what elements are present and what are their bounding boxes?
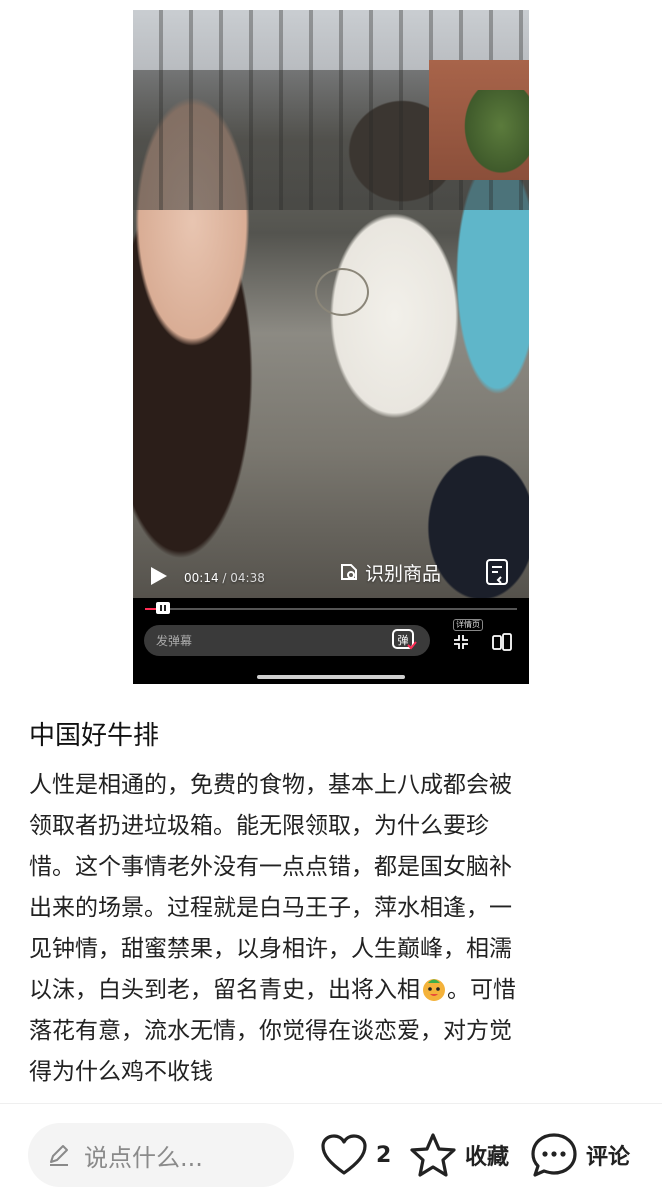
play-button[interactable] xyxy=(147,565,169,587)
post-title: 中国好牛排 xyxy=(29,721,160,751)
post-body-line: 出来的场景。过程就是白马王子，萍水相逢，一 xyxy=(29,895,512,921)
video-progress-bar[interactable] xyxy=(145,602,517,614)
play-icon xyxy=(151,567,167,585)
document-icon xyxy=(486,559,508,585)
comment-label: 评论 xyxy=(586,1145,631,1170)
home-indicator xyxy=(257,675,405,679)
pencil-icon xyxy=(50,1145,68,1166)
danmu-icon: 弹 xyxy=(392,629,417,650)
divider xyxy=(0,1103,662,1104)
screen-rotate-icon xyxy=(492,633,512,651)
post-body-line: 惜。这个事情老外没有一点点错，都是国女脑补 xyxy=(29,854,512,880)
shirt-logo xyxy=(315,268,369,316)
total-time: / 04:38 xyxy=(222,571,265,585)
danmu-input[interactable]: 发弹幕 xyxy=(144,625,430,656)
comment-input[interactable]: 说点什么... xyxy=(28,1123,294,1187)
current-time: 00:14 xyxy=(184,571,219,585)
post-body: 人性是相通的，免费的食物，基本上八成都会被 领取者扔进垃圾箱。能无限领取，为什么… xyxy=(29,765,629,1093)
heart-icon xyxy=(321,1134,367,1175)
post-body-line-text: 以沫，白头到老，留名青史，出将入相 xyxy=(29,977,420,1003)
comment-button[interactable]: 评论 xyxy=(530,1131,630,1179)
comment-placeholder: 说点什么... xyxy=(84,1143,203,1172)
collapse-icon xyxy=(454,635,468,649)
video-background-trees xyxy=(459,90,529,180)
screen-mode-button[interactable] xyxy=(491,631,513,653)
post-body-line: 见钟情，甜蜜禁果，以身相许，人生巅峰，相濡 xyxy=(29,936,512,962)
video-frame[interactable] xyxy=(133,10,529,598)
notes-button[interactable] xyxy=(485,558,511,586)
detail-page-label: 详情页 xyxy=(453,619,483,631)
post-body-line: 领取者扔进垃圾箱。能无限领取，为什么要珍 xyxy=(29,813,489,839)
emoji-icon xyxy=(423,979,445,1001)
post-body-line: 人性是相通的，免费的食物，基本上八成都会被 xyxy=(29,772,512,798)
like-button[interactable]: 2 xyxy=(320,1131,391,1179)
identify-product-label: 识别商品 xyxy=(365,562,442,585)
like-count: 2 xyxy=(376,1142,392,1168)
fullscreen-button[interactable] xyxy=(451,632,471,652)
post-body-line-suffix: 。可惜 xyxy=(447,977,516,1003)
svg-text:弹: 弹 xyxy=(398,633,409,647)
video-time: 00:14 / 04:38 xyxy=(184,571,265,585)
danmu-toggle-button[interactable]: 弹 xyxy=(391,628,417,652)
star-icon xyxy=(410,1133,456,1177)
comment-bubble-icon xyxy=(531,1133,577,1177)
danmu-placeholder: 发弹幕 xyxy=(156,634,193,648)
post-body-line: 落花有意，流水无情，你觉得在谈恋爱，对方觉 xyxy=(29,1018,512,1044)
video-player[interactable]: 00:14 / 04:38 识别商品 发弹幕 弹 详情页 xyxy=(133,10,529,684)
identify-product-button[interactable]: 识别商品 xyxy=(339,558,441,586)
collect-label: 收藏 xyxy=(465,1145,510,1170)
post-body-line-6: 以沫，白头到老，留名青史，出将入相 。可惜 xyxy=(29,970,629,1011)
progress-handle[interactable] xyxy=(156,602,170,614)
post-body-line: 得为什么鸡不收钱 xyxy=(29,1059,213,1085)
product-scan-icon xyxy=(341,564,357,580)
collect-button[interactable]: 收藏 xyxy=(409,1131,509,1179)
